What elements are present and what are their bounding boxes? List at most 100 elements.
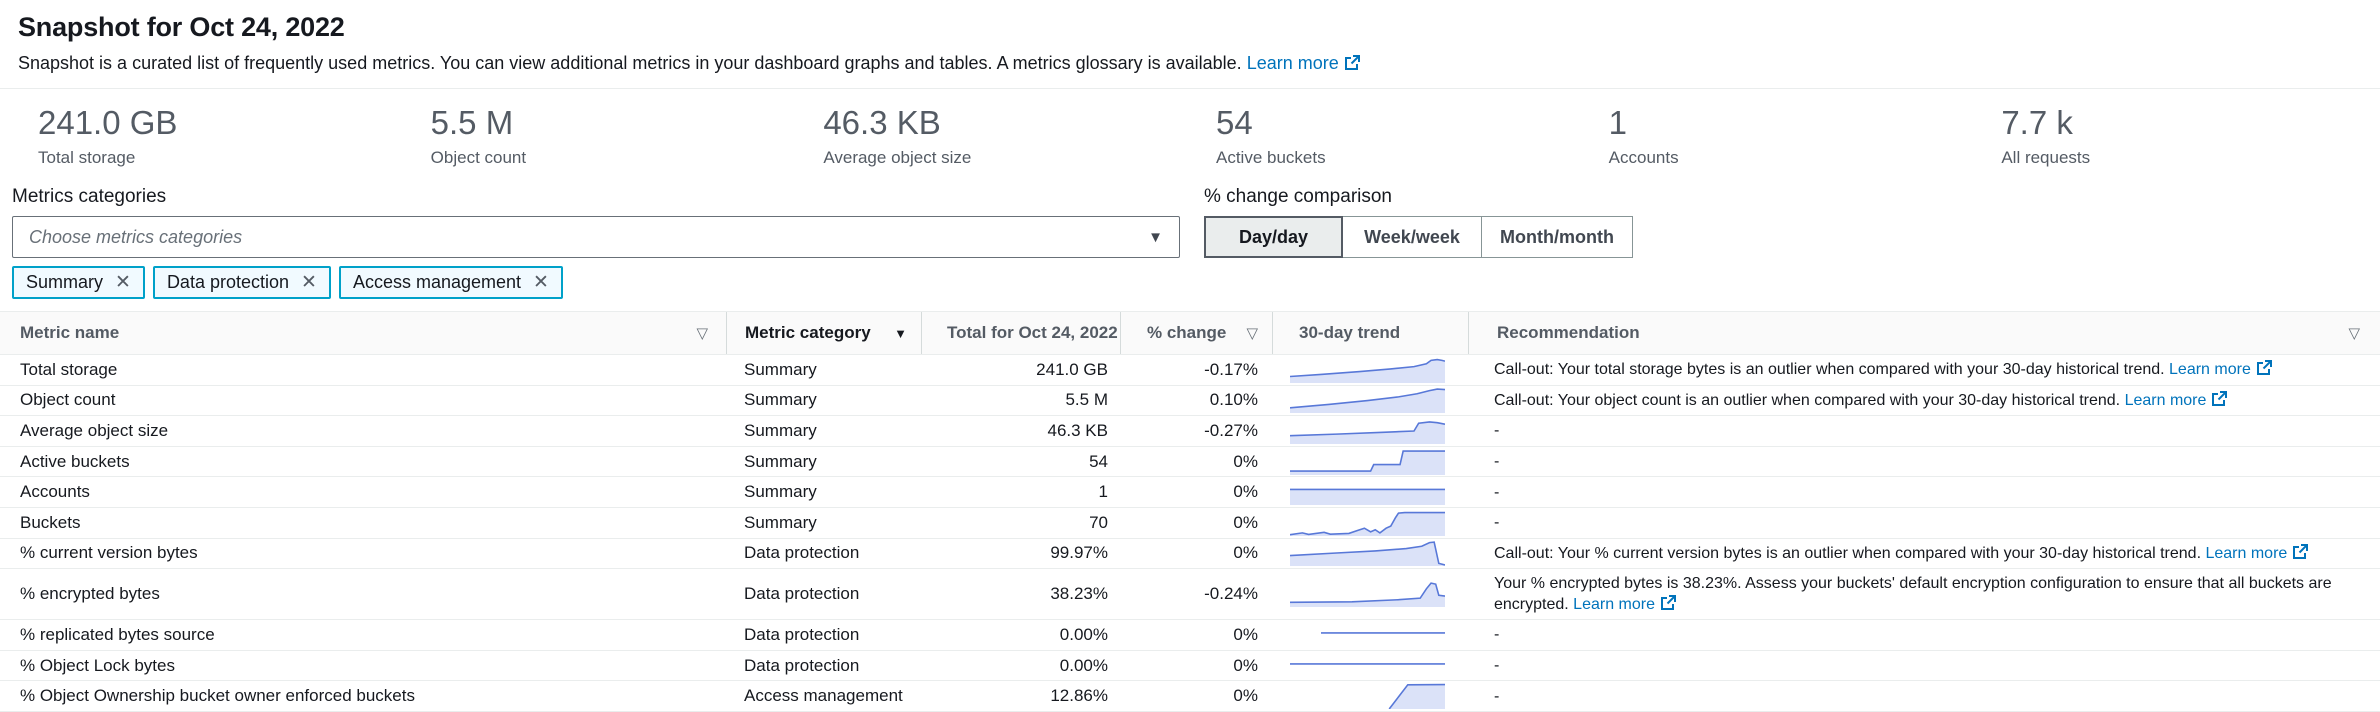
chevron-down-icon: ▼ (1148, 229, 1163, 246)
metric-name-cell: % Object Ownership bucket owner enforced… (0, 686, 726, 706)
total-value-cell: 0.00% (921, 625, 1120, 645)
percent-change-cell: 0% (1120, 543, 1272, 563)
metric-category-cell: Data protection (726, 656, 921, 676)
metric-category-cell: Summary (726, 390, 921, 410)
total-value-cell: 99.97% (921, 543, 1120, 563)
table-row: % Object Ownership bucket owner enforced… (0, 681, 2380, 712)
percent-change-cell: 0% (1120, 625, 1272, 645)
table-body: Total storage Summary 241.0 GB -0.17% Ca… (0, 355, 2380, 712)
recommendation-text: Call-out: Your % current version bytes i… (1494, 545, 2201, 562)
page-subtitle: Snapshot is a curated list of frequently… (18, 53, 2362, 74)
learn-more-link[interactable]: Learn more (2125, 392, 2228, 409)
card-value: 7.7 k (2001, 105, 2368, 141)
close-icon[interactable]: ✕ (533, 273, 549, 292)
percent-change-cell: 0% (1120, 482, 1272, 502)
change-comparison-toggle: Day/day Week/week Month/month (1204, 216, 1633, 258)
total-value-cell: 70 (921, 513, 1120, 533)
change-comparison-label: % change comparison (1204, 186, 1633, 208)
trend-cell (1272, 540, 1468, 566)
trend-sparkline-chart (1290, 622, 1445, 648)
toggle-week-week[interactable]: Week/week (1343, 216, 1482, 258)
change-comparison-group: % change comparison Day/day Week/week Mo… (1204, 186, 1633, 299)
percent-change-cell: 0.10% (1120, 390, 1272, 410)
card-label: All requests (2001, 148, 2368, 168)
metric-name-cell: Accounts (0, 482, 726, 502)
recommendation-cell: - (1468, 416, 2380, 445)
trend-cell (1272, 418, 1468, 444)
recommendation-cell: - (1468, 478, 2380, 507)
card-label: Object count (431, 148, 798, 168)
metric-name-cell: Object count (0, 390, 726, 410)
filters-section: Metrics categories Choose metrics catego… (0, 186, 2380, 299)
table-row: Accounts Summary 1 0% - (0, 477, 2380, 508)
metric-category-cell: Summary (726, 421, 921, 441)
table-row: Active buckets Summary 54 0% - (0, 447, 2380, 478)
card-value: 5.5 M (431, 105, 798, 141)
trend-sparkline-chart (1290, 449, 1445, 475)
trend-cell (1272, 581, 1468, 607)
recommendation-text: - (1494, 657, 1499, 674)
metrics-categories-placeholder: Choose metrics categories (29, 227, 242, 248)
token-label: Access management (353, 272, 521, 293)
trend-cell (1272, 479, 1468, 505)
metric-name-cell: Average object size (0, 421, 726, 441)
toggle-month-month[interactable]: Month/month (1482, 216, 1633, 258)
trend-sparkline-chart (1290, 540, 1445, 566)
card-label: Average object size (823, 148, 1190, 168)
column-header-recommendation[interactable]: Recommendation ▽ (1468, 312, 2380, 354)
close-icon[interactable]: ✕ (301, 273, 317, 292)
metric-name-cell: Active buckets (0, 452, 726, 472)
learn-more-link[interactable]: Learn more (2169, 361, 2272, 378)
total-value-cell: 1 (921, 482, 1120, 502)
metric-name-cell: % replicated bytes source (0, 625, 726, 645)
filter-icon[interactable]: ▽ (696, 324, 708, 342)
card-accounts: 1 Accounts (1583, 105, 1976, 168)
table-header: Metric name ▽ Metric category ▼ Total fo… (0, 311, 2380, 355)
card-all-requests: 7.7 k All requests (1975, 105, 2368, 168)
column-header-metric-category[interactable]: Metric category ▼ (726, 312, 921, 354)
recommendation-cell: Your % encrypted bytes is 38.23%. Assess… (1468, 569, 2380, 619)
card-object-count: 5.5 M Object count (405, 105, 798, 168)
trend-sparkline-chart (1290, 653, 1445, 679)
token-label: Data protection (167, 272, 289, 293)
token-access-management: Access management ✕ (339, 266, 563, 299)
trend-cell (1272, 622, 1468, 648)
close-icon[interactable]: ✕ (115, 273, 131, 292)
column-header-change[interactable]: % change ▽ (1120, 312, 1272, 354)
card-average-object-size: 46.3 KB Average object size (797, 105, 1190, 168)
trend-sparkline-chart (1290, 581, 1445, 607)
page-header: Snapshot for Oct 24, 2022 Snapshot is a … (0, 0, 2380, 74)
learn-more-link[interactable]: Learn more (2205, 545, 2308, 562)
metrics-categories-label: Metrics categories (12, 186, 1180, 208)
filter-caret-icon[interactable]: ▼ (894, 326, 907, 341)
toggle-day-day[interactable]: Day/day (1204, 216, 1343, 258)
trend-cell (1272, 449, 1468, 475)
category-tokens: Summary ✕ Data protection ✕ Access manag… (12, 266, 1180, 299)
total-value-cell: 46.3 KB (921, 421, 1120, 441)
percent-change-cell: 0% (1120, 452, 1272, 472)
recommendation-text: - (1494, 688, 1499, 705)
learn-more-link[interactable]: Learn more (1573, 596, 1676, 613)
column-header-total[interactable]: Total for Oct 24, 2022 (921, 312, 1120, 354)
card-label: Active buckets (1216, 148, 1583, 168)
filter-icon[interactable]: ▽ (2348, 324, 2360, 342)
column-header-metric-name[interactable]: Metric name ▽ (0, 312, 726, 354)
filter-icon[interactable]: ▽ (1246, 324, 1258, 342)
trend-cell (1272, 510, 1468, 536)
card-value: 241.0 GB (38, 105, 405, 141)
recommendation-cell: - (1468, 508, 2380, 537)
percent-change-cell: 0% (1120, 513, 1272, 533)
metric-name-cell: Buckets (0, 513, 726, 533)
metrics-categories-select[interactable]: Choose metrics categories ▼ (12, 216, 1180, 258)
total-value-cell: 5.5 M (921, 390, 1120, 410)
trend-sparkline-chart (1290, 357, 1445, 383)
trend-cell (1272, 683, 1468, 709)
total-value-cell: 241.0 GB (921, 360, 1120, 380)
metric-category-cell: Summary (726, 452, 921, 472)
token-label: Summary (26, 272, 103, 293)
learn-more-link[interactable]: Learn more (1247, 53, 1360, 73)
table-row: % current version bytes Data protection … (0, 539, 2380, 570)
recommendation-cell: - (1468, 682, 2380, 711)
metric-category-cell: Access management (726, 686, 921, 706)
recommendation-text: - (1494, 453, 1499, 470)
